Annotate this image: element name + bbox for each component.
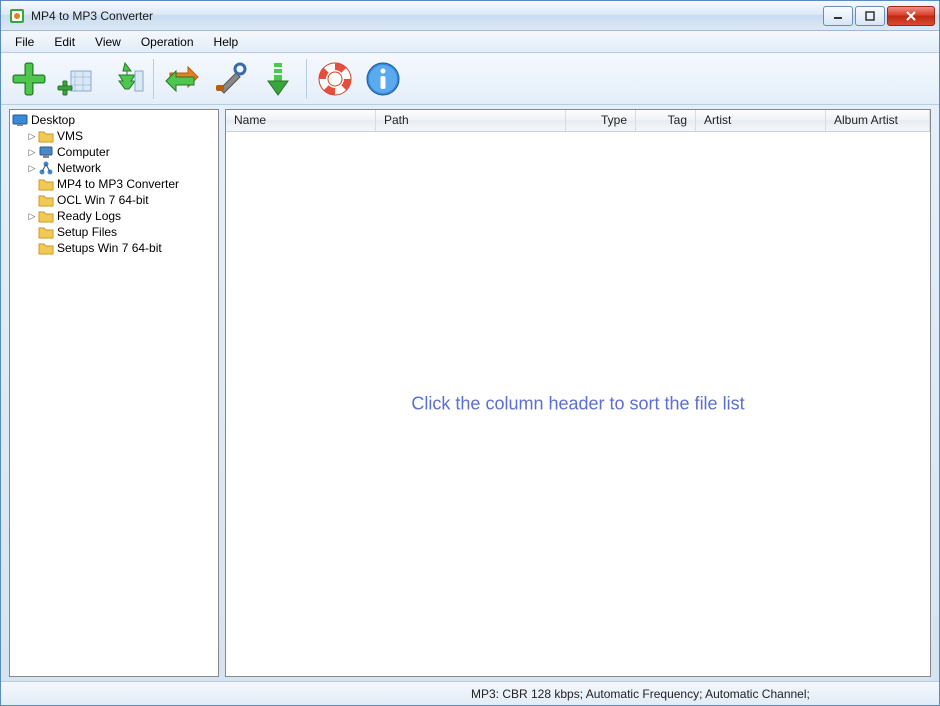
convert-button[interactable] <box>160 57 204 101</box>
tree-toggle-icon[interactable]: ▷ <box>26 147 38 158</box>
info-icon <box>363 59 403 99</box>
tree-item-label: Setups Win 7 64-bit <box>57 241 162 255</box>
about-button[interactable] <box>361 57 405 101</box>
folder-icon <box>38 176 54 192</box>
sort-hint: Click the column header to sort the file… <box>411 394 744 415</box>
window-controls <box>823 6 935 26</box>
app-window: MP4 to MP3 Converter File Edit View Oper… <box>0 0 940 706</box>
folder-icon <box>38 224 54 240</box>
tree-item[interactable]: Setups Win 7 64-bit <box>12 240 216 256</box>
file-list: Name Path Type Tag Artist Album Artist C… <box>225 109 931 677</box>
tree-item-label: Ready Logs <box>57 209 121 223</box>
tree-item[interactable]: ▷ Network <box>12 160 216 176</box>
convert-icon <box>162 59 202 99</box>
download-icon <box>258 59 298 99</box>
menu-file[interactable]: File <box>5 33 44 51</box>
tree-toggle-icon[interactable]: ▷ <box>26 211 38 222</box>
folder-tree[interactable]: Desktop ▷ VMS ▷ Computer ▷ Network MP4 to MP3 … <box>9 109 219 677</box>
tree-item[interactable]: OCL Win 7 64-bit <box>12 192 216 208</box>
col-tag[interactable]: Tag <box>636 110 696 131</box>
menu-operation[interactable]: Operation <box>131 33 204 51</box>
titlebar: MP4 to MP3 Converter <box>1 1 939 31</box>
tree-item[interactable]: MP4 to MP3 Converter <box>12 176 216 192</box>
folder-icon <box>38 240 54 256</box>
col-path[interactable]: Path <box>376 110 566 131</box>
tree-item-label: VMS <box>57 129 83 143</box>
col-album-artist[interactable]: Album Artist <box>826 110 930 131</box>
plus-folder-icon <box>57 59 97 99</box>
minimize-button[interactable] <box>823 6 853 26</box>
tree-item-label: Network <box>57 161 101 175</box>
window-title: MP4 to MP3 Converter <box>31 9 823 23</box>
app-icon <box>9 8 25 24</box>
tree-toggle-icon[interactable]: ▷ <box>26 131 38 142</box>
settings-button[interactable] <box>208 57 252 101</box>
status-encoding: MP3: CBR 128 kbps; Automatic Frequency; … <box>471 687 810 701</box>
plus-tree-icon <box>105 59 145 99</box>
col-name[interactable]: Name <box>226 110 376 131</box>
content-area: Desktop ▷ VMS ▷ Computer ▷ Network MP4 to MP3 … <box>1 105 939 681</box>
lifebuoy-icon <box>315 59 355 99</box>
tree-item-label: Computer <box>57 145 110 159</box>
toolbar <box>1 53 939 105</box>
col-artist[interactable]: Artist <box>696 110 826 131</box>
menubar: File Edit View Operation Help <box>1 31 939 53</box>
desktop-icon <box>12 112 28 128</box>
tree-item[interactable]: Setup Files <box>12 224 216 240</box>
col-type[interactable]: Type <box>566 110 636 131</box>
menu-edit[interactable]: Edit <box>44 33 85 51</box>
tree-toggle-icon[interactable]: ▷ <box>26 163 38 174</box>
tree-item[interactable]: ▷ Ready Logs <box>12 208 216 224</box>
toolbar-separator <box>153 59 154 99</box>
toolbar-separator <box>306 59 307 99</box>
tree-item-label: Setup Files <box>57 225 117 239</box>
close-button[interactable] <box>887 6 935 26</box>
help-button[interactable] <box>313 57 357 101</box>
tools-icon <box>210 59 250 99</box>
tree-root-label: Desktop <box>31 113 75 127</box>
folder-icon <box>38 192 54 208</box>
statusbar: MP3: CBR 128 kbps; Automatic Frequency; … <box>1 681 939 705</box>
network-icon <box>38 160 54 176</box>
tree-item[interactable]: ▷ Computer <box>12 144 216 160</box>
plus-icon <box>9 59 49 99</box>
folder-icon <box>38 128 54 144</box>
tree-root[interactable]: Desktop <box>12 112 216 128</box>
list-header: Name Path Type Tag Artist Album Artist <box>226 110 930 132</box>
folder-icon <box>38 208 54 224</box>
menu-view[interactable]: View <box>85 33 131 51</box>
computer-icon <box>38 144 54 160</box>
add-file-button[interactable] <box>7 57 51 101</box>
add-folder-button[interactable] <box>55 57 99 101</box>
download-button[interactable] <box>256 57 300 101</box>
maximize-button[interactable] <box>855 6 885 26</box>
tree-item[interactable]: ▷ VMS <box>12 128 216 144</box>
list-body[interactable]: Click the column header to sort the file… <box>226 132 930 676</box>
tree-item-label: OCL Win 7 64-bit <box>57 193 149 207</box>
add-subtree-button[interactable] <box>103 57 147 101</box>
tree-item-label: MP4 to MP3 Converter <box>57 177 179 191</box>
menu-help[interactable]: Help <box>204 33 249 51</box>
